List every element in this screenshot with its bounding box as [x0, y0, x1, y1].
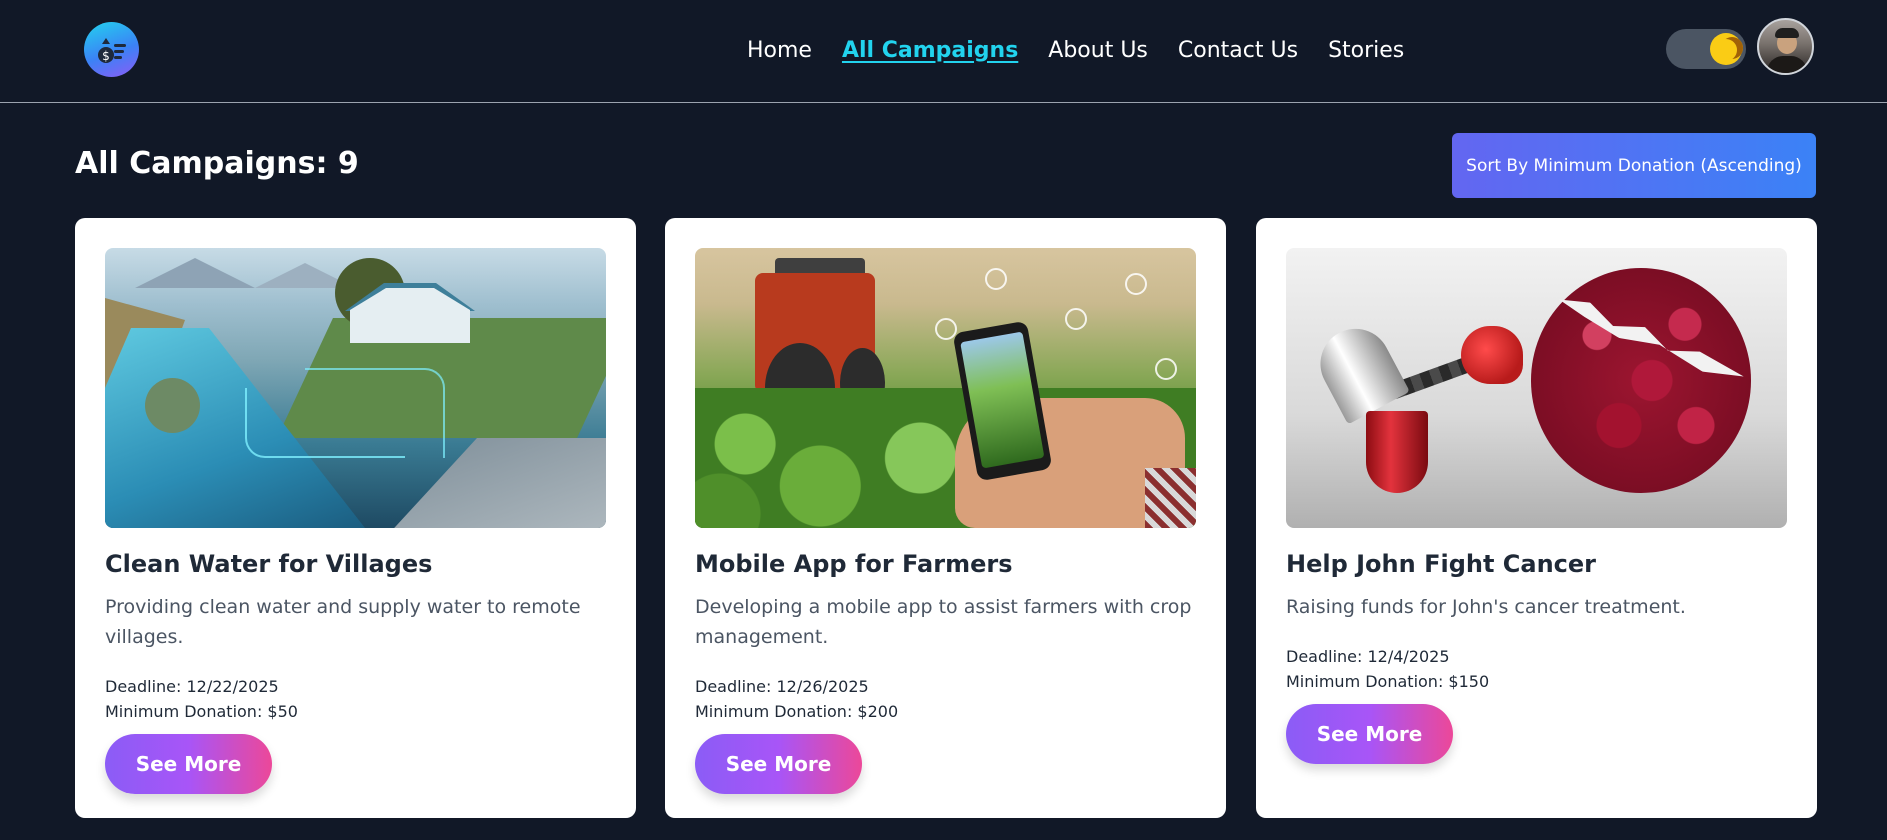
nav-home[interactable]: Home: [747, 38, 812, 63]
campaign-min-donation: Minimum Donation: $200: [695, 702, 899, 721]
campaign-title: Mobile App for Farmers: [695, 550, 1013, 578]
theme-toggle[interactable]: [1666, 29, 1746, 69]
svg-text:$: $: [102, 49, 110, 63]
campaign-min-donation: Minimum Donation: $50: [105, 702, 298, 721]
nav-all-campaigns[interactable]: All Campaigns: [842, 38, 1018, 63]
campaign-deadline: Deadline: 12/26/2025: [695, 677, 869, 696]
campaign-card: Clean Water for Villages Providing clean…: [75, 218, 636, 818]
campaign-image-farmers-app: [695, 248, 1196, 528]
campaign-min-donation: Minimum Donation: $150: [1286, 672, 1490, 691]
donation-logo-icon: $: [97, 37, 126, 63]
sort-button[interactable]: Sort By Minimum Donation (Ascending): [1452, 133, 1816, 198]
see-more-button[interactable]: See More: [1286, 704, 1453, 764]
campaign-description: Providing clean water and supply water t…: [105, 596, 581, 648]
see-more-button[interactable]: See More: [695, 734, 862, 794]
campaign-image-clean-water: [105, 248, 606, 528]
campaign-description: Developing a mobile app to assist farmer…: [695, 596, 1192, 648]
page-title: All Campaigns: 9: [75, 146, 359, 181]
nav-contact-us[interactable]: Contact Us: [1178, 38, 1298, 63]
campaign-title: Clean Water for Villages: [105, 550, 433, 578]
campaign-deadline: Deadline: 12/22/2025: [105, 677, 279, 696]
main-nav: Home All Campaigns About Us Contact Us S…: [747, 35, 1404, 65]
campaign-image-cancer: [1286, 248, 1787, 528]
campaign-title: Help John Fight Cancer: [1286, 550, 1597, 578]
campaign-description: Raising funds for John's cancer treatmen…: [1286, 596, 1686, 618]
nav-stories[interactable]: Stories: [1328, 38, 1404, 63]
campaign-card: Mobile App for Farmers Developing a mobi…: [665, 218, 1226, 818]
campaign-card: Help John Fight Cancer Raising funds for…: [1256, 218, 1817, 818]
logo[interactable]: $: [84, 22, 139, 77]
moon-icon: [1710, 33, 1743, 65]
navbar: $ Home All Campaigns About Us Contact Us…: [0, 0, 1887, 103]
user-avatar[interactable]: [1757, 18, 1814, 75]
nav-about-us[interactable]: About Us: [1048, 38, 1148, 63]
campaign-deadline: Deadline: 12/4/2025: [1286, 647, 1450, 666]
see-more-button[interactable]: See More: [105, 734, 272, 794]
